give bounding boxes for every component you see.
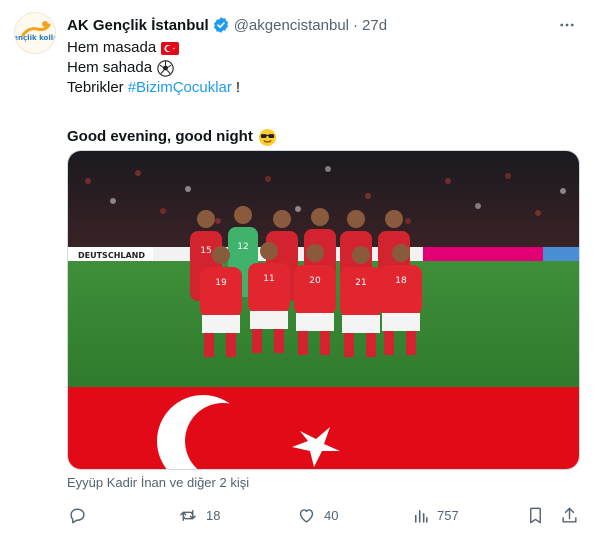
retweet-button[interactable]: 18 xyxy=(178,500,220,530)
reply-icon xyxy=(70,507,85,523)
tweet-photo[interactable]: DEUTSCHLAND 15 12 19 11 20 21 18 xyxy=(67,150,580,470)
jersey-number: 20 xyxy=(309,276,321,286)
soccer-ball-emoji-icon xyxy=(157,59,174,77)
jersey-number: 18 xyxy=(395,276,407,286)
like-count: 40 xyxy=(324,507,339,523)
tweet-header: AK Gençlik İstanbul @akgencistanbul · 27… xyxy=(67,14,584,36)
jersey-number: 15 xyxy=(200,246,211,256)
ak-parti-logo-icon: gençlik kolları xyxy=(15,13,56,53)
jersey-number: 19 xyxy=(215,278,227,288)
share-button[interactable] xyxy=(560,500,579,530)
display-name[interactable]: AK Gençlik İstanbul xyxy=(67,17,209,34)
turkish-flag-emoji-icon xyxy=(161,41,180,55)
tweet-timestamp[interactable]: 27d xyxy=(362,17,387,34)
tweet-line-3-text: Tebrikler xyxy=(67,79,124,96)
jersey-number: 21 xyxy=(355,278,366,288)
heart-icon xyxy=(299,508,314,523)
user-handle[interactable]: @akgencistanbul xyxy=(234,17,349,34)
more-options-icon[interactable] xyxy=(556,14,578,36)
tweet-line-3: Tebrikler #BizimÇocuklar ! xyxy=(67,78,584,98)
jersey-number: 11 xyxy=(263,274,274,284)
retweet-icon xyxy=(180,509,196,521)
views-count: 757 xyxy=(437,507,459,523)
jersey-number: 12 xyxy=(237,242,248,252)
tweet-line-4: Good evening, good night xyxy=(67,127,584,147)
tweet-line-2-text: Hem sahada xyxy=(67,59,153,76)
views-button[interactable]: 757 xyxy=(412,500,459,530)
separator-dot: · xyxy=(353,16,359,34)
views-chart-icon xyxy=(414,509,428,523)
retweet-count: 18 xyxy=(206,507,221,523)
avatar-text: gençlik kolları xyxy=(15,34,56,42)
tagged-people[interactable]: Eyyüp Kadir İnan ve diğer 2 kişi xyxy=(67,475,249,490)
action-bar: 18 40 757 xyxy=(60,500,586,530)
share-icon xyxy=(562,507,577,523)
tweet-line-1: Hem masada xyxy=(67,38,584,58)
tweet-line-1-text: Hem masada xyxy=(67,39,157,56)
like-button[interactable]: 40 xyxy=(297,500,338,530)
reply-button[interactable] xyxy=(68,500,95,530)
verified-badge-icon xyxy=(212,16,230,34)
tweet-text: Hem masada Hem sahada Tebrikler #BizimÇo… xyxy=(67,38,584,147)
tweet-line-2: Hem sahada xyxy=(67,58,584,78)
tweet-line-3-suffix: ! xyxy=(235,79,241,96)
bookmark-button[interactable] xyxy=(527,500,544,530)
ad-board-left-text: DEUTSCHLAND xyxy=(78,251,145,260)
avatar[interactable]: gençlik kolları xyxy=(14,12,56,54)
tweet-card[interactable]: gençlik kolları AK Gençlik İstanbul @akg… xyxy=(0,0,598,534)
bookmark-icon xyxy=(530,507,541,523)
sunglasses-emoji-icon xyxy=(258,128,277,147)
team-photo-image: DEUTSCHLAND 15 12 19 11 20 21 18 xyxy=(68,151,579,469)
tweet-line-4-text: Good evening, good night xyxy=(67,128,253,145)
hashtag-link[interactable]: #BizimÇocuklar xyxy=(128,78,232,98)
